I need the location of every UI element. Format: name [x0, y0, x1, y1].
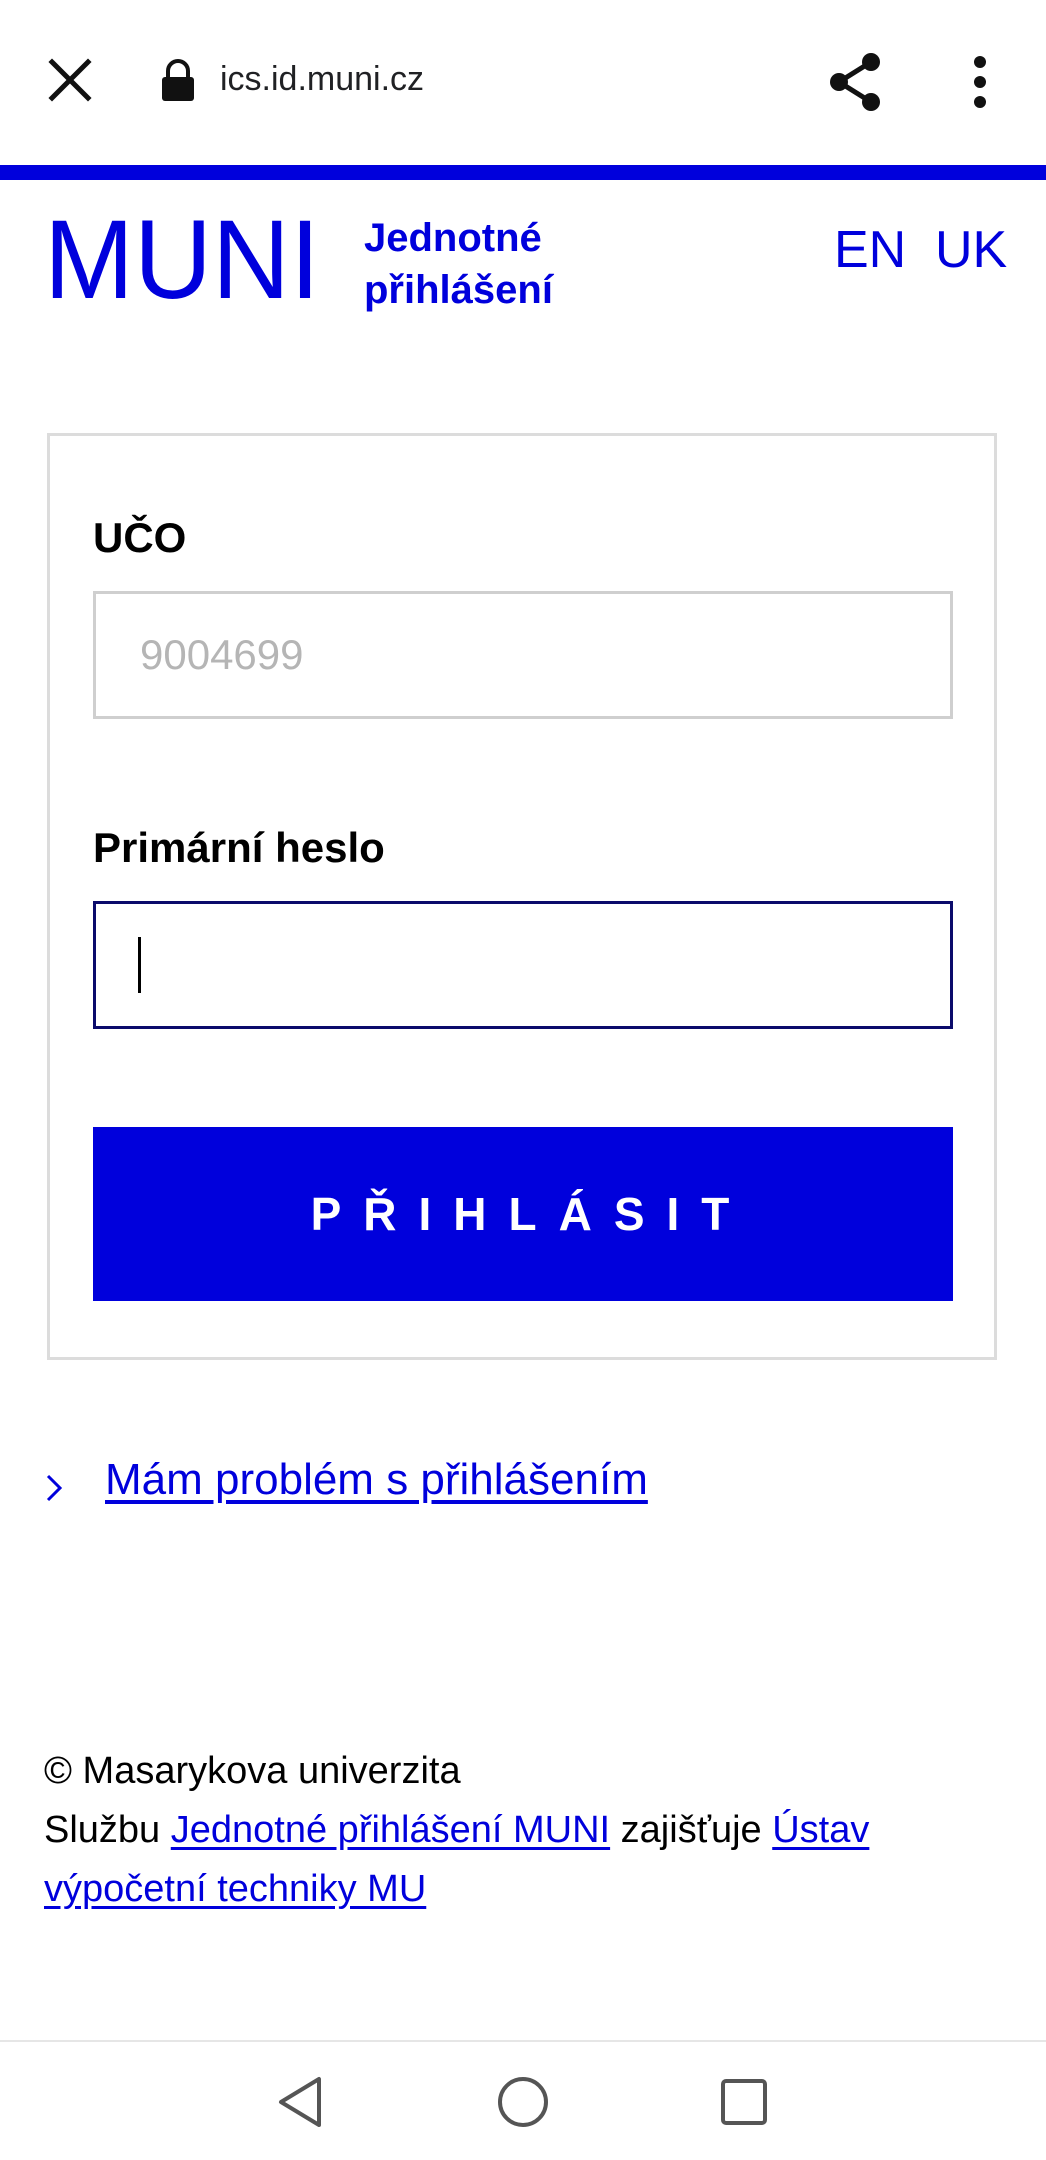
- close-button[interactable]: [30, 40, 110, 120]
- accent-stripe: [0, 165, 1046, 180]
- service-info: Službu Jednotné přihlášení MUNI zajišťuj…: [44, 1801, 1004, 1919]
- password-input[interactable]: [93, 901, 953, 1029]
- share-icon: [830, 53, 880, 111]
- chevron-right-icon: [46, 1474, 63, 1502]
- svg-text:MUNI: MUNI: [44, 218, 320, 300]
- site-subtitle: Jednotné přihlášení: [364, 212, 624, 316]
- language-en-link[interactable]: EN: [834, 220, 906, 280]
- browser-toolbar: ics.id.muni.cz: [0, 0, 1046, 165]
- muni-logo: MUNI: [44, 218, 320, 300]
- nav-home-button[interactable]: [483, 2062, 563, 2142]
- text-caret: [138, 937, 141, 993]
- close-icon: [48, 58, 92, 102]
- more-vert-icon: [974, 56, 986, 108]
- back-icon: [279, 2077, 321, 2127]
- more-options-button[interactable]: [940, 42, 1020, 122]
- lock-icon: [162, 59, 194, 101]
- system-nav-bar: [0, 2040, 1046, 2160]
- sso-service-link[interactable]: Jednotné přihlášení MUNI: [171, 1809, 610, 1851]
- share-button[interactable]: [815, 42, 895, 122]
- url-text[interactable]: ics.id.muni.cz: [220, 60, 424, 99]
- page: ics.id.muni.cz MUNI Jednotné přihlášení …: [0, 0, 1046, 2160]
- nav-recent-button[interactable]: [704, 2062, 784, 2142]
- language-uk-link[interactable]: UK: [935, 220, 1007, 280]
- service-middle: zajišťuje: [620, 1809, 762, 1851]
- footer: © Masarykova univerzita Službu Jednotné …: [44, 1742, 1004, 1919]
- login-button[interactable]: PŘIHLÁSIT: [93, 1127, 953, 1301]
- copyright-text: © Masarykova univerzita: [44, 1750, 461, 1792]
- login-problem-link[interactable]: Mám problém s přihlášením: [105, 1455, 648, 1505]
- subtitle-line-2: přihlášení: [364, 268, 553, 312]
- service-prefix: Službu: [44, 1809, 161, 1851]
- recent-apps-icon: [721, 2079, 767, 2125]
- uco-input[interactable]: [93, 591, 953, 719]
- subtitle-line-1: Jednotné: [364, 216, 542, 260]
- uco-label: UČO: [93, 514, 187, 561]
- home-icon: [498, 2077, 548, 2127]
- nav-back-button[interactable]: [260, 2062, 340, 2142]
- password-label: Primární heslo: [93, 824, 385, 871]
